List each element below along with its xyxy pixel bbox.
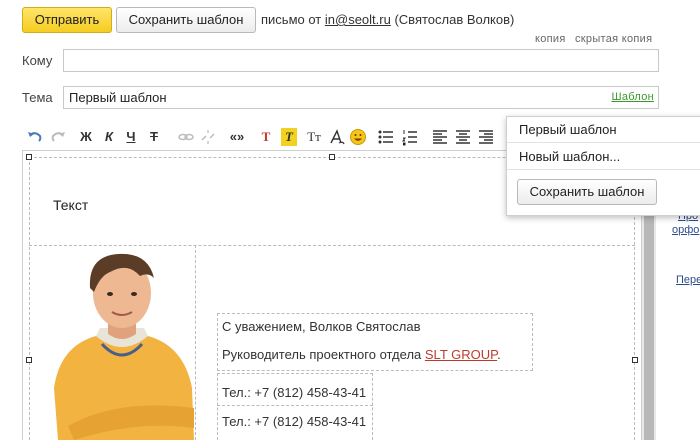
phone-line-1: Тел.: +7 (812) 458-43-41 xyxy=(222,385,367,400)
from-email-link[interactable]: in@seolt.ru xyxy=(325,12,391,27)
profile-photo xyxy=(48,248,196,440)
company-link[interactable]: SLT GROUP xyxy=(425,347,497,362)
to-label: Кому xyxy=(22,53,53,68)
subject-label: Тема xyxy=(22,90,53,105)
redo-icon[interactable] xyxy=(49,128,67,146)
font-family-icon[interactable] xyxy=(328,128,346,146)
align-right-icon[interactable] xyxy=(478,128,494,146)
phone-line-2: Тел.: +7 (812) 458-43-41 xyxy=(222,414,367,429)
strikethrough-button[interactable]: Т xyxy=(146,128,162,146)
signature-position-end: . xyxy=(497,347,501,362)
template-menu-item[interactable]: Первый шаблон xyxy=(519,122,617,137)
menu-separator xyxy=(507,142,700,143)
cc-links: копия скрытая копия xyxy=(529,33,652,45)
quotes-button[interactable]: «» xyxy=(226,128,248,146)
contacts-block xyxy=(217,373,373,440)
undo-icon[interactable] xyxy=(26,128,44,146)
dropdown-save-template-button[interactable]: Сохранить шаблон xyxy=(517,179,657,205)
align-left-icon[interactable] xyxy=(432,128,448,146)
background-color-button[interactable]: Т xyxy=(281,128,297,146)
save-template-button[interactable]: Сохранить шаблон xyxy=(116,7,256,33)
bcc-link[interactable]: скрытая копия xyxy=(575,33,652,45)
font-size-button[interactable]: Тт xyxy=(304,128,324,146)
translate-link[interactable]: Пере xyxy=(676,274,700,286)
from-line: письмо от in@seolt.ru (Святослав Волков) xyxy=(261,12,514,27)
table-row-divider xyxy=(29,245,635,246)
bulleted-list-icon[interactable] xyxy=(378,128,394,146)
spellcheck-link-2[interactable]: орфо xyxy=(672,224,699,236)
signature-position-text: Руководитель проектного отдела xyxy=(222,347,422,362)
signature-position: Руководитель проектного отдела SLT GROUP… xyxy=(222,347,501,362)
template-link[interactable]: Шаблон xyxy=(611,91,654,103)
subject-input[interactable]: Первый шаблон Шаблон xyxy=(63,86,659,109)
template-dropdown: Первый шаблон Новый шаблон... Сохранить … xyxy=(506,116,700,216)
numbered-list-icon[interactable] xyxy=(402,128,418,146)
subject-value: Первый шаблон xyxy=(69,90,167,105)
send-button[interactable]: Отправить xyxy=(22,7,112,33)
italic-button[interactable]: К xyxy=(101,128,117,146)
resize-handle[interactable] xyxy=(26,154,32,160)
link-icon[interactable] xyxy=(177,128,195,146)
new-template-menu-item[interactable]: Новый шаблон... xyxy=(519,149,620,164)
resize-handle[interactable] xyxy=(632,357,638,363)
menu-separator xyxy=(507,169,700,170)
cc-link[interactable]: копия xyxy=(535,33,566,45)
resize-handle[interactable] xyxy=(329,154,335,160)
bold-button[interactable]: Ж xyxy=(78,128,94,146)
body-text: Текст xyxy=(53,197,89,213)
from-prefix: письмо от xyxy=(261,12,322,27)
smiley-icon[interactable] xyxy=(349,128,367,146)
resize-handle[interactable] xyxy=(26,357,32,363)
text-color-button[interactable]: Т xyxy=(259,128,273,146)
unlink-icon[interactable] xyxy=(199,128,217,146)
contacts-divider xyxy=(217,405,373,406)
to-input[interactable] xyxy=(63,49,659,72)
scrollbar-thumb[interactable] xyxy=(644,205,654,440)
from-name: (Святослав Волков) xyxy=(394,12,515,27)
underline-button[interactable]: Ч xyxy=(123,128,139,146)
signature-greeting: С уважением, Волков Святослав xyxy=(222,319,421,334)
align-center-icon[interactable] xyxy=(455,128,471,146)
